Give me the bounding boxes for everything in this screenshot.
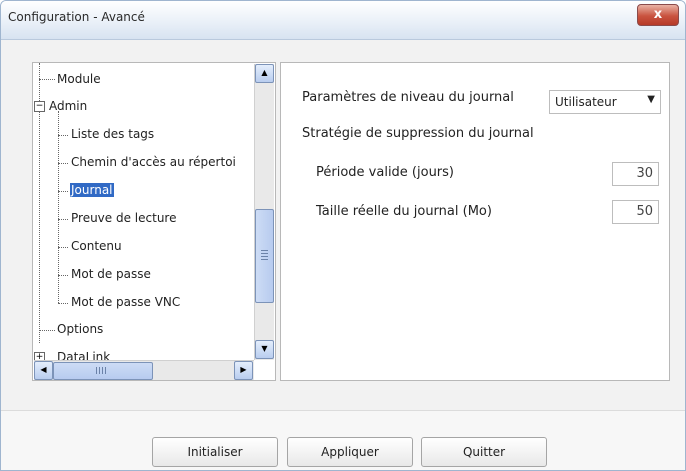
tree-line [58, 219, 68, 220]
tree-line [58, 163, 68, 164]
tree-item-mot-de-passe[interactable]: Mot de passe [71, 267, 151, 281]
horizontal-scroll-thumb[interactable] [53, 362, 153, 380]
scroll-right-button[interactable]: ▶ [234, 361, 253, 380]
log-size-input[interactable]: 50 [612, 200, 659, 224]
title-bar[interactable]: Configuration - Avancé x [1, 1, 685, 40]
journal-settings-panel: Paramètres de niveau du journal Utilisat… [280, 62, 670, 381]
valid-period-label: Période valide (jours) [316, 165, 454, 180]
log-level-select[interactable]: Utilisateur ▼ [549, 90, 661, 114]
log-size-label: Taille réelle du journal (Mo) [316, 204, 492, 219]
tree-line [58, 135, 68, 136]
vertical-scroll-thumb[interactable] [255, 209, 274, 303]
log-level-label: Paramètres de niveau du journal [302, 90, 514, 105]
tree-item-chemin-acces[interactable]: Chemin d'accès au répertoi [71, 155, 236, 169]
reset-button[interactable]: Initialiser [152, 437, 278, 467]
valid-period-input[interactable]: 30 [612, 162, 659, 186]
dialog-footer: Initialiser Appliquer Quitter [1, 410, 685, 470]
tree-line [58, 247, 68, 248]
scroll-up-button[interactable]: ▲ [255, 64, 274, 83]
scroll-down-button[interactable]: ▼ [255, 340, 274, 359]
tree-item-admin[interactable]: Admin [49, 99, 87, 113]
apply-button[interactable]: Appliquer [287, 437, 413, 467]
tree-item-journal[interactable]: Journal [70, 183, 114, 197]
tree-item-mot-de-passe-vnc[interactable]: Mot de passe VNC [71, 295, 180, 309]
collapse-icon[interactable]: − [34, 101, 45, 112]
tree-item-contenu[interactable]: Contenu [71, 239, 122, 253]
configuration-window: Configuration - Avancé x − + Module Admi… [0, 0, 686, 471]
close-button[interactable]: x [637, 4, 679, 26]
tree-item-options[interactable]: Options [57, 322, 103, 336]
dropdown-arrow-icon[interactable]: ▼ [647, 94, 655, 105]
tree-horizontal-scrollbar[interactable]: ◀ ▶ [34, 360, 254, 380]
tree-vertical-scrollbar[interactable]: ▲ ▼ [254, 64, 274, 360]
tree-line [58, 191, 68, 192]
settings-tree[interactable]: − + Module Admin Liste des tags Chemin d… [32, 62, 276, 381]
tree-line [39, 79, 55, 80]
scroll-left-button[interactable]: ◀ [34, 361, 53, 380]
tree-item-preuve-de-lecture[interactable]: Preuve de lecture [71, 211, 176, 225]
tree-line [39, 330, 55, 331]
tree-item-module[interactable]: Module [57, 72, 101, 86]
tree-line [58, 303, 68, 304]
quit-button[interactable]: Quitter [421, 437, 547, 467]
log-level-value: Utilisateur [555, 95, 617, 109]
tree-item-liste-des-tags[interactable]: Liste des tags [71, 127, 154, 141]
tree-line [58, 275, 68, 276]
window-title: Configuration - Avancé [8, 10, 145, 24]
deletion-strategy-label: Stratégie de suppression du journal [302, 126, 534, 141]
